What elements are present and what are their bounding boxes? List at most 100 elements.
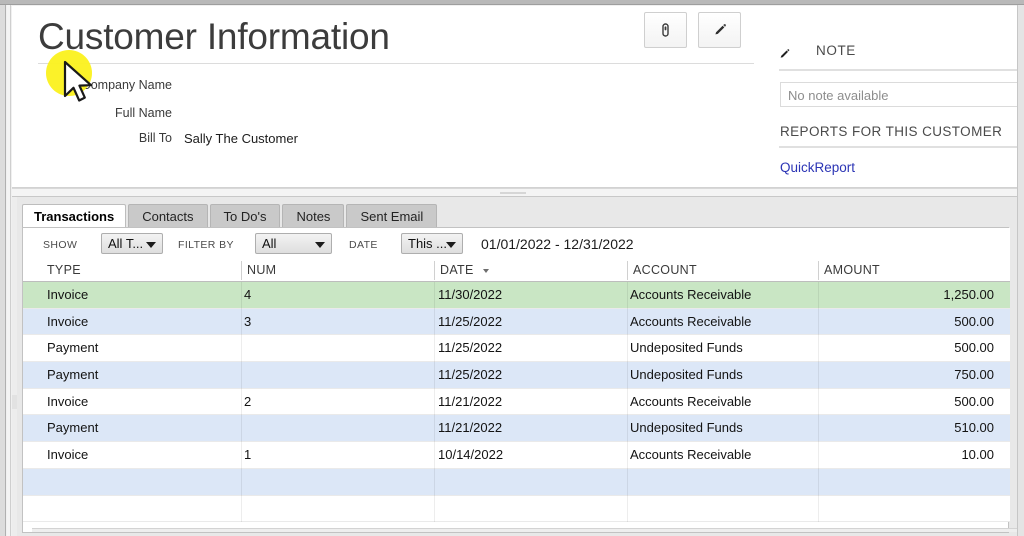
cell-separator (818, 442, 819, 469)
column-separator[interactable] (627, 261, 628, 280)
transaction-account-cell: Accounts Receivable (630, 287, 752, 302)
date-dropdown[interactable]: This ... (401, 233, 463, 254)
cell-separator (434, 495, 435, 523)
show-dropdown[interactable]: All T... (101, 233, 163, 254)
filter-bar: SHOW All T... FILTER BY All DATE This ..… (23, 228, 1010, 259)
cell-separator (241, 282, 242, 309)
cell-separator (818, 282, 819, 309)
left-scroll-thumb[interactable] (12, 395, 17, 409)
splitter-grip (500, 192, 526, 194)
transaction-account-cell: Accounts Receivable (630, 313, 752, 329)
column-separator[interactable] (818, 261, 819, 280)
transaction-amount-cell: 500.00 (954, 340, 994, 356)
pencil-icon[interactable] (779, 47, 791, 59)
quickbooks-customer-window: Customer Information Company Name Full N… (0, 0, 1024, 536)
cell-separator (434, 442, 435, 469)
table-row[interactable]: Payment 11/25/2022 Undeposited Funds 500.00 (23, 335, 1010, 363)
cell-separator (818, 495, 819, 523)
cell-separator (818, 415, 819, 443)
table-row[interactable]: Invoice 3 11/25/2022 Accounts Receivable 500… (23, 308, 1010, 336)
full-name-row: Full Name (38, 106, 738, 128)
cell-separator (818, 362, 819, 389)
column-separator[interactable] (434, 261, 435, 280)
transaction-amount-cell: 750.00 (954, 367, 994, 383)
cell-separator (434, 282, 435, 309)
page-title: Customer Information (38, 16, 390, 57)
cell-separator (627, 442, 628, 469)
cell-separator (241, 308, 242, 336)
edit-button[interactable] (698, 12, 741, 48)
date-dropdown-value: This ... (408, 236, 448, 251)
table-row[interactable]: Payment 11/25/2022 Undeposited Funds 750.00 (23, 362, 1010, 389)
reports-divider (779, 146, 1017, 148)
transaction-account-cell: Undeposited Funds (630, 420, 743, 436)
tab-transactions[interactable]: Transactions (22, 204, 127, 228)
window-right-edge (1017, 5, 1024, 536)
table-row[interactable]: Invoice 1 10/14/2022 Accounts Receivable 10.… (23, 442, 1010, 469)
column-header-type[interactable]: TYPE (47, 263, 81, 277)
window-top-edge (0, 0, 1024, 5)
transaction-account-cell: Undeposited Funds (630, 340, 743, 356)
transaction-num-cell: 4 (244, 287, 252, 302)
transaction-type-cell: Invoice (47, 287, 89, 302)
column-header-num[interactable]: NUM (247, 263, 276, 277)
cell-separator (818, 388, 819, 416)
column-header-account[interactable]: ACCOUNT (633, 263, 697, 277)
transaction-amount-cell: 500.00 (954, 393, 994, 409)
chevron-down-icon (146, 242, 156, 248)
tab-to-dos[interactable]: To Do's (209, 204, 281, 228)
cell-separator (241, 442, 242, 469)
chevron-down-icon (315, 242, 325, 248)
column-header-amount[interactable]: AMOUNT (824, 263, 880, 277)
transactions-body: SHOW All T... FILTER BY All DATE This ..… (22, 227, 1017, 533)
transactions-panel: Transactions Contacts To Do's Notes Sent… (12, 197, 1017, 536)
table-row[interactable]: Invoice 4 11/30/2022 Accounts Receivable 1,2… (23, 282, 1010, 309)
cell-separator (434, 415, 435, 443)
table-header-row: TYPE NUM DATE ACCOUNT AMOUNT (23, 259, 1010, 282)
cell-separator (627, 282, 628, 309)
show-dropdown-value: All T... (108, 236, 144, 251)
note-reports-column: NOTE No note available REPORTS FOR THIS … (769, 12, 1017, 187)
tab-sent-email[interactable]: Sent Email (346, 204, 438, 228)
transaction-num-cell: 3 (244, 313, 252, 329)
table-row[interactable] (23, 468, 1010, 496)
transaction-account-cell: Undeposited Funds (630, 367, 743, 383)
left-scroll-rail[interactable] (12, 197, 17, 536)
company-name-row: Company Name (38, 78, 738, 100)
tab-notes[interactable]: Notes (282, 204, 345, 228)
column-separator[interactable] (241, 261, 242, 280)
table-row[interactable]: Invoice 2 11/21/2022 Accounts Receivable 500… (23, 388, 1010, 416)
transaction-amount-cell: 10.00 (961, 447, 994, 463)
transactions-table: TYPE NUM DATE ACCOUNT AMOUNT Invoice 4 11/… (23, 259, 1010, 533)
transaction-account-cell: Accounts Receivable (630, 393, 752, 409)
filter-by-label: FILTER BY (178, 239, 234, 251)
horizontal-scrollbar[interactable] (32, 528, 1017, 532)
transaction-account-cell: Accounts Receivable (630, 447, 752, 463)
cell-separator (627, 308, 628, 336)
cell-separator (434, 335, 435, 363)
cell-separator (241, 495, 242, 523)
table-row[interactable] (23, 495, 1010, 523)
tab-contacts[interactable]: Contacts (128, 204, 208, 228)
attachment-button[interactable] (644, 12, 687, 48)
cell-separator (434, 388, 435, 416)
transaction-date-cell: 11/25/2022 (438, 367, 503, 383)
transaction-type-cell: Payment (47, 367, 99, 383)
filter-by-dropdown[interactable]: All (255, 233, 332, 254)
chevron-down-icon (446, 242, 456, 248)
pencil-icon (713, 23, 727, 37)
cell-separator (627, 388, 628, 416)
transaction-date-cell: 11/25/2022 (438, 313, 503, 329)
transaction-date-cell: 10/14/2022 (438, 447, 504, 463)
full-name-label: Full Name (115, 106, 172, 120)
note-field[interactable]: No note available (780, 82, 1017, 107)
table-row[interactable]: Payment 11/21/2022 Undeposited Funds 510.00 (23, 415, 1010, 443)
transaction-date-cell: 11/25/2022 (438, 340, 503, 356)
cell-separator (818, 468, 819, 496)
filter-by-dropdown-value: All (262, 236, 277, 251)
cell-separator (818, 335, 819, 363)
transaction-type-cell: Invoice (47, 313, 89, 329)
column-header-date[interactable]: DATE (440, 263, 474, 277)
quickreport-link[interactable]: QuickReport (780, 160, 855, 175)
table-rows-container: Invoice 4 11/30/2022 Accounts Receivable 1,2… (23, 282, 1010, 523)
